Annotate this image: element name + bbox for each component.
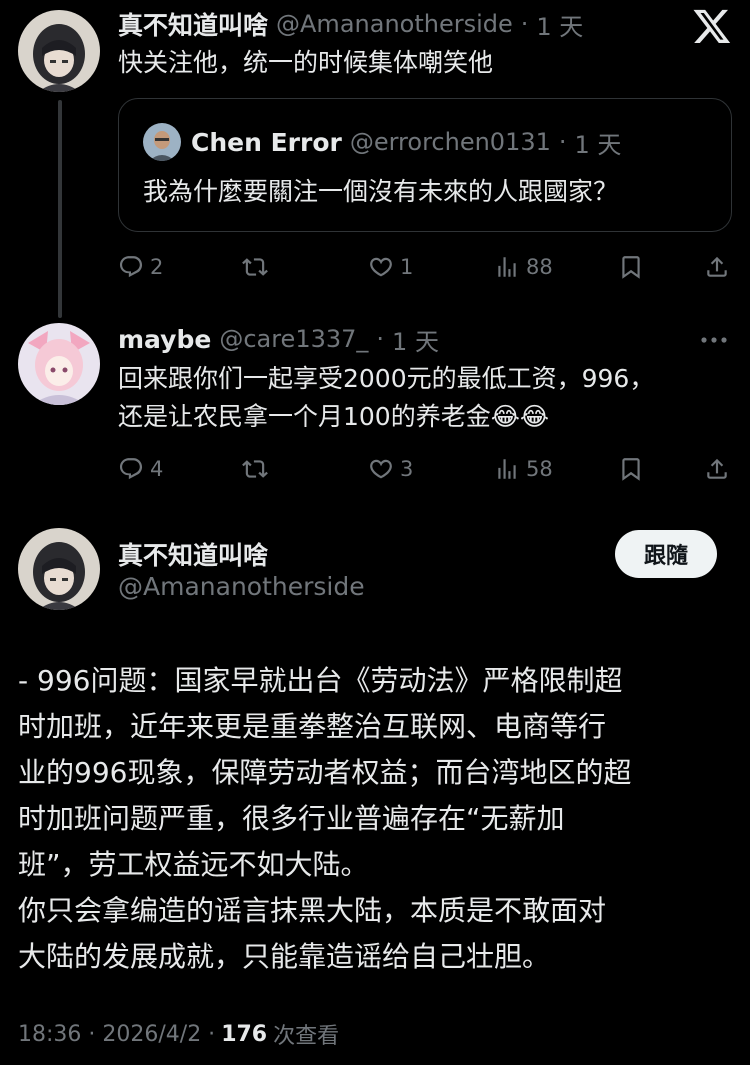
reply-button[interactable]: 2 (118, 254, 163, 280)
share-icon (707, 458, 727, 479)
reply-text-line: 回来跟你们一起享受2000元的最低工资，996， (118, 364, 655, 393)
avatar[interactable] (18, 528, 100, 610)
views-icon (498, 257, 516, 277)
avatar[interactable] (18, 10, 100, 92)
author-name[interactable]: maybe (118, 325, 211, 354)
bookmark-icon (622, 256, 640, 279)
reply-icon (119, 458, 143, 480)
bookmark-button[interactable] (618, 254, 644, 280)
share-button[interactable] (704, 254, 730, 280)
retweet-icon (242, 258, 268, 276)
views-count: 58 (526, 457, 553, 481)
views-button[interactable]: 58 (494, 456, 553, 482)
author-name[interactable]: 真不知道叫啥 (118, 6, 268, 42)
action-bar: 2 1 88 (118, 250, 730, 284)
quote-header: Chen Error @errorchen0131 · 1 天 (191, 125, 621, 159)
tweet-paragraph: - 996问题：国家早就出台《劳动法》严格限制超 时加班，近年来更是重拳整治互联… (18, 664, 632, 881)
view-count-label: 次查看 (273, 1024, 340, 1049)
follow-button[interactable]: 跟隨 (615, 530, 717, 578)
thread-line (58, 100, 62, 318)
retweet-button[interactable] (242, 254, 268, 280)
view-count: 176 (221, 1021, 268, 1047)
x-logo-icon[interactable] (692, 6, 732, 46)
reply-header: 真不知道叫啥 @Amananotherside · 1 天 (118, 7, 583, 41)
bookmark-button[interactable] (618, 456, 644, 482)
separator: · (558, 128, 567, 156)
like-button[interactable]: 1 (368, 254, 413, 280)
author-name[interactable]: 真不知道叫啥 (118, 536, 268, 572)
reply-count: 4 (150, 457, 164, 481)
tweet-timestamp[interactable]: 18:36 · 2026/4/2 · (18, 1022, 215, 1047)
share-button[interactable] (704, 456, 730, 482)
views-count: 88 (526, 255, 553, 279)
quote-author-name: Chen Error (191, 127, 342, 157)
like-button[interactable]: 3 (368, 456, 413, 482)
reply-count: 2 (150, 255, 164, 279)
more-options-icon[interactable] (698, 328, 730, 352)
views-icon (498, 459, 516, 479)
heart-icon (370, 459, 392, 479)
reply-text-line: 还是让农民拿一个月100的养老金😂😂 (118, 402, 550, 431)
quote-text: 我為什麼要關注一個沒有未來的人跟國家？ (143, 177, 619, 206)
retweet-icon (242, 460, 268, 478)
reply-icon (119, 256, 143, 278)
tweet-paragraph: 你只会拿编造的谣言抹黑大陆，本质是不敢面对 大陆的发展成就，只能靠造谣给自己壮胆… (18, 894, 607, 973)
avatar[interactable] (18, 323, 100, 405)
bookmark-icon (622, 458, 640, 481)
quoted-tweet-card[interactable]: Chen Error @errorchen0131 · 1 天 我為什麼要關注一… (118, 98, 732, 232)
heart-icon (370, 257, 392, 277)
timestamp[interactable]: 1 天 (392, 322, 439, 357)
reply-button[interactable]: 4 (118, 456, 163, 482)
author-handle[interactable]: @Amananotherside (276, 10, 513, 38)
avatar (143, 123, 181, 161)
reply-header: maybe @care1337_ · 1 天 (118, 322, 439, 356)
quote-timestamp: 1 天 (574, 130, 622, 159)
like-count: 3 (400, 457, 414, 481)
author-handle[interactable]: @care1337_ (219, 325, 368, 353)
separator: · (376, 325, 385, 353)
separator: · (520, 10, 529, 38)
action-bar: 4 3 58 (118, 452, 730, 486)
tweet-text: - 996问题：国家早就出台《劳动法》严格限制超 时加班，近年来更是重拳整治互联… (18, 658, 730, 980)
author-handle[interactable]: @Amananotherside (118, 572, 365, 601)
like-count: 1 (400, 255, 414, 279)
views-button[interactable]: 88 (494, 254, 553, 280)
tweet-meta: 18:36 · 2026/4/2 · 176 次查看 (18, 1018, 339, 1050)
timestamp[interactable]: 1 天 (536, 7, 583, 42)
retweet-button[interactable] (242, 456, 268, 482)
quote-author-handle: @errorchen0131 (349, 128, 551, 156)
reply-text: 快关注他，统一的时候集体嘲笑他 (118, 48, 494, 77)
share-icon (707, 256, 727, 277)
